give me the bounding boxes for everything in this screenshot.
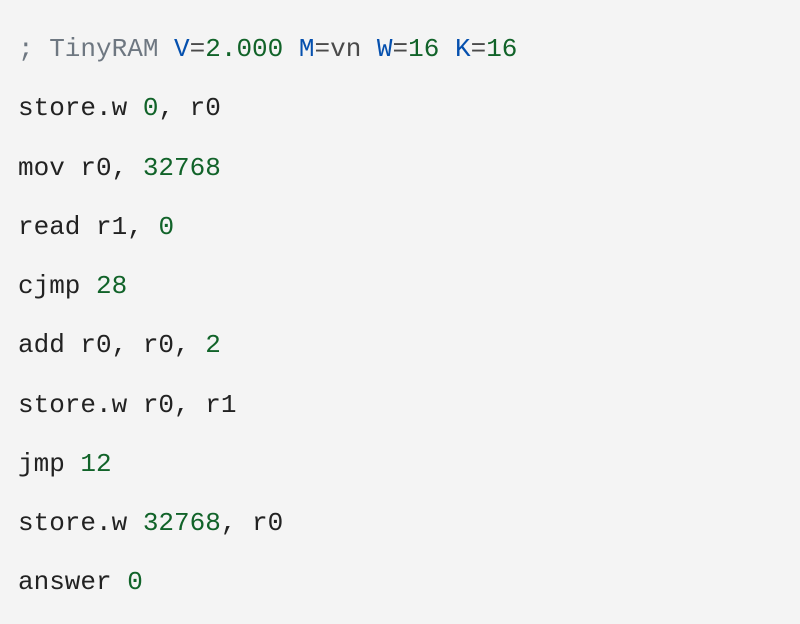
code-line: answer 0 xyxy=(18,553,782,612)
code-line: read r1, 0 xyxy=(18,198,782,257)
code-line: store.w r0, r1 xyxy=(18,376,782,435)
code-token: W xyxy=(377,34,393,64)
code-token: store.w xyxy=(18,93,143,123)
code-token: = xyxy=(190,34,206,64)
code-token: 2 xyxy=(205,330,221,360)
code-token: 0 xyxy=(127,567,143,597)
code-token: , r0 xyxy=(158,93,220,123)
code-token: read r1, xyxy=(18,212,158,242)
code-line: store.w 32768, r0 xyxy=(18,494,782,553)
code-token: store.w r0, r1 xyxy=(18,390,236,420)
assembly-code-block: ; TinyRAM V=2.000 M=vn W=16 K=16store.w … xyxy=(0,0,800,624)
code-token: 16 xyxy=(486,34,517,64)
code-token: 28 xyxy=(96,271,127,301)
code-token: M xyxy=(299,34,315,64)
code-token: add r0, r0, xyxy=(18,330,205,360)
code-token: store.w xyxy=(18,508,143,538)
code-token: = xyxy=(471,34,487,64)
code-token: 32768 xyxy=(143,508,221,538)
code-token xyxy=(283,34,299,64)
code-token: V xyxy=(174,34,190,64)
code-token: 0 xyxy=(143,93,159,123)
code-token: jmp xyxy=(18,449,80,479)
code-token: , r0 xyxy=(221,508,283,538)
code-token xyxy=(439,34,455,64)
code-token: mov r0, xyxy=(18,153,143,183)
code-line: ; TinyRAM V=2.000 M=vn W=16 K=16 xyxy=(18,20,782,79)
code-line: add r0, r0, 2 xyxy=(18,316,782,375)
code-token: = xyxy=(393,34,409,64)
code-token: 12 xyxy=(80,449,111,479)
code-line: jmp 12 xyxy=(18,435,782,494)
code-line: store.w 0, r0 xyxy=(18,79,782,138)
code-token: answer xyxy=(18,567,127,597)
code-token: 2.000 xyxy=(205,34,283,64)
code-token: 16 xyxy=(408,34,439,64)
code-token: vn xyxy=(330,34,361,64)
code-token: cjmp xyxy=(18,271,96,301)
code-token xyxy=(361,34,377,64)
code-token: K xyxy=(455,34,471,64)
code-token: ; TinyRAM xyxy=(18,34,174,64)
code-line: mov r0, 32768 xyxy=(18,139,782,198)
code-token: = xyxy=(314,34,330,64)
code-token: 0 xyxy=(158,212,174,242)
code-token: 32768 xyxy=(143,153,221,183)
code-line: cjmp 28 xyxy=(18,257,782,316)
